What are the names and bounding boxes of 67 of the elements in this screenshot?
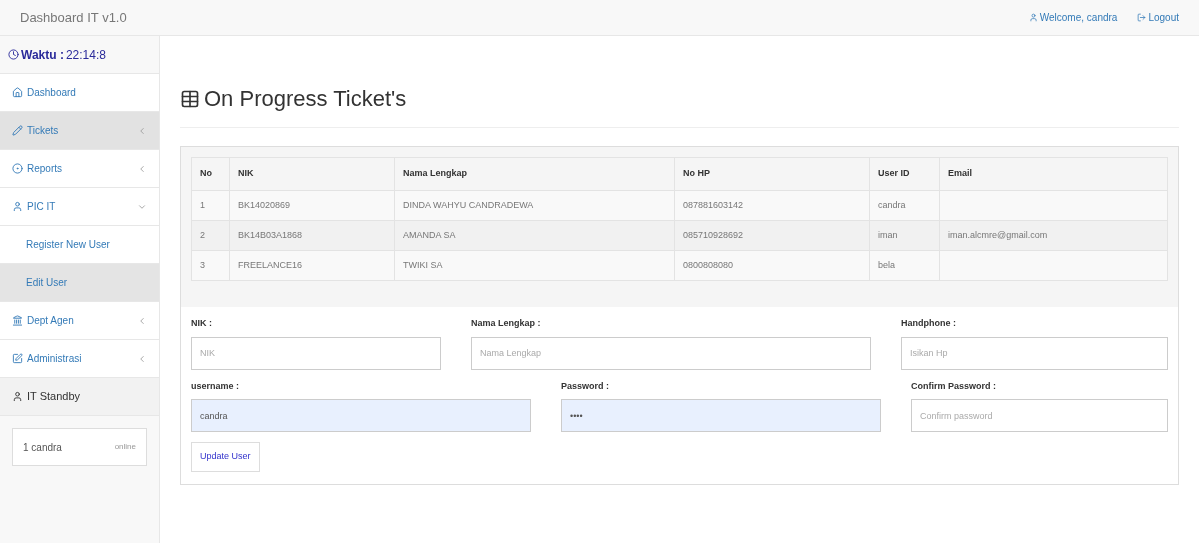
field-label: Confirm Password : bbox=[911, 379, 997, 393]
input-field[interactable]: Nama Lengkap bbox=[471, 336, 871, 370]
sidebar-item[interactable]: Tickets bbox=[0, 112, 159, 150]
input-field[interactable]: NIK bbox=[191, 336, 441, 370]
home-icon bbox=[12, 87, 23, 98]
field-label: Password : bbox=[561, 379, 610, 393]
field-label: NIK : bbox=[191, 317, 213, 330]
column-header: Email bbox=[939, 157, 1168, 191]
sidebar-item[interactable]: Reports bbox=[0, 150, 159, 188]
table-cell: 0800808080 bbox=[674, 250, 870, 281]
column-header: No HP bbox=[674, 157, 870, 191]
circle-icon bbox=[12, 163, 23, 174]
page-title: On Progress Ticket's bbox=[204, 85, 407, 113]
column-header: NIK bbox=[229, 157, 395, 191]
pencil-icon bbox=[12, 125, 23, 136]
column-header: User ID bbox=[869, 157, 940, 191]
standby-user-name: 1 candra bbox=[23, 440, 62, 455]
table-cell: iman.alcmre@gmail.com bbox=[939, 220, 1168, 251]
status-label: online bbox=[114, 441, 136, 453]
table-cell: FREELANCE16 bbox=[229, 250, 395, 281]
column-header: Nama Lengkap bbox=[394, 157, 675, 191]
table-cell: AMANDA SA bbox=[394, 220, 675, 251]
field-label: Handphone : bbox=[901, 317, 957, 330]
table-cell: bela bbox=[869, 250, 940, 281]
sidebar-item[interactable]: PIC IT bbox=[0, 188, 159, 226]
field-label: Nama Lengkap : bbox=[471, 317, 542, 330]
logout-link[interactable]: Logout bbox=[1137, 10, 1179, 25]
table-cell: 2 bbox=[191, 220, 230, 251]
submenu-item[interactable]: Register New User bbox=[0, 226, 159, 264]
caret-icon bbox=[137, 353, 147, 364]
edit-icon bbox=[12, 353, 23, 364]
input-field[interactable]: •••• bbox=[561, 399, 881, 432]
clock-icon bbox=[8, 49, 19, 60]
user-link[interactable]: Welcome, candra bbox=[1028, 10, 1118, 25]
user-icon bbox=[12, 391, 23, 402]
table-cell: TWIKI SA bbox=[394, 250, 675, 281]
logout-icon bbox=[1137, 13, 1147, 22]
caret-icon bbox=[137, 125, 147, 136]
table-cell: BK14B03A1868 bbox=[229, 220, 395, 251]
table-cell: 3 bbox=[191, 250, 230, 281]
table-cell: 1 bbox=[191, 190, 230, 221]
sidebar-item[interactable]: Dept Agen bbox=[0, 302, 159, 340]
input-field[interactable]: Isikan Hp bbox=[901, 336, 1168, 370]
table-cell: 087881603142 bbox=[674, 190, 870, 221]
input-field[interactable]: Confirm password bbox=[911, 399, 1168, 432]
standby-title: IT Standby bbox=[27, 389, 80, 405]
sidebar-item[interactable]: Administrasi bbox=[0, 340, 159, 378]
brand-title[interactable]: Dashboard IT v1.0 bbox=[20, 7, 127, 28]
clock-time: 22:14:8 bbox=[65, 46, 106, 64]
input-field[interactable]: candra bbox=[191, 399, 531, 432]
sidebar-item[interactable]: Dashboard bbox=[0, 74, 159, 112]
caret-icon bbox=[137, 163, 147, 174]
table-cell: DINDA WAHYU CANDRADEWA bbox=[394, 190, 675, 221]
table-icon bbox=[180, 88, 200, 109]
table-cell: 085710928692 bbox=[674, 220, 870, 251]
update-user-button[interactable]: Update User bbox=[191, 442, 260, 472]
field-label: username : bbox=[191, 379, 241, 393]
caret-icon bbox=[137, 315, 147, 326]
submenu-item[interactable]: Edit User bbox=[0, 264, 159, 302]
user-icon bbox=[1028, 13, 1038, 22]
clock-label: Waktu : bbox=[21, 46, 64, 64]
user-icon bbox=[12, 201, 23, 212]
table-cell: candra bbox=[869, 190, 940, 221]
table-cell: BK14020869 bbox=[229, 190, 395, 221]
table-cell: iman bbox=[869, 220, 940, 251]
column-header: No bbox=[191, 157, 230, 191]
bank-icon bbox=[12, 315, 23, 326]
